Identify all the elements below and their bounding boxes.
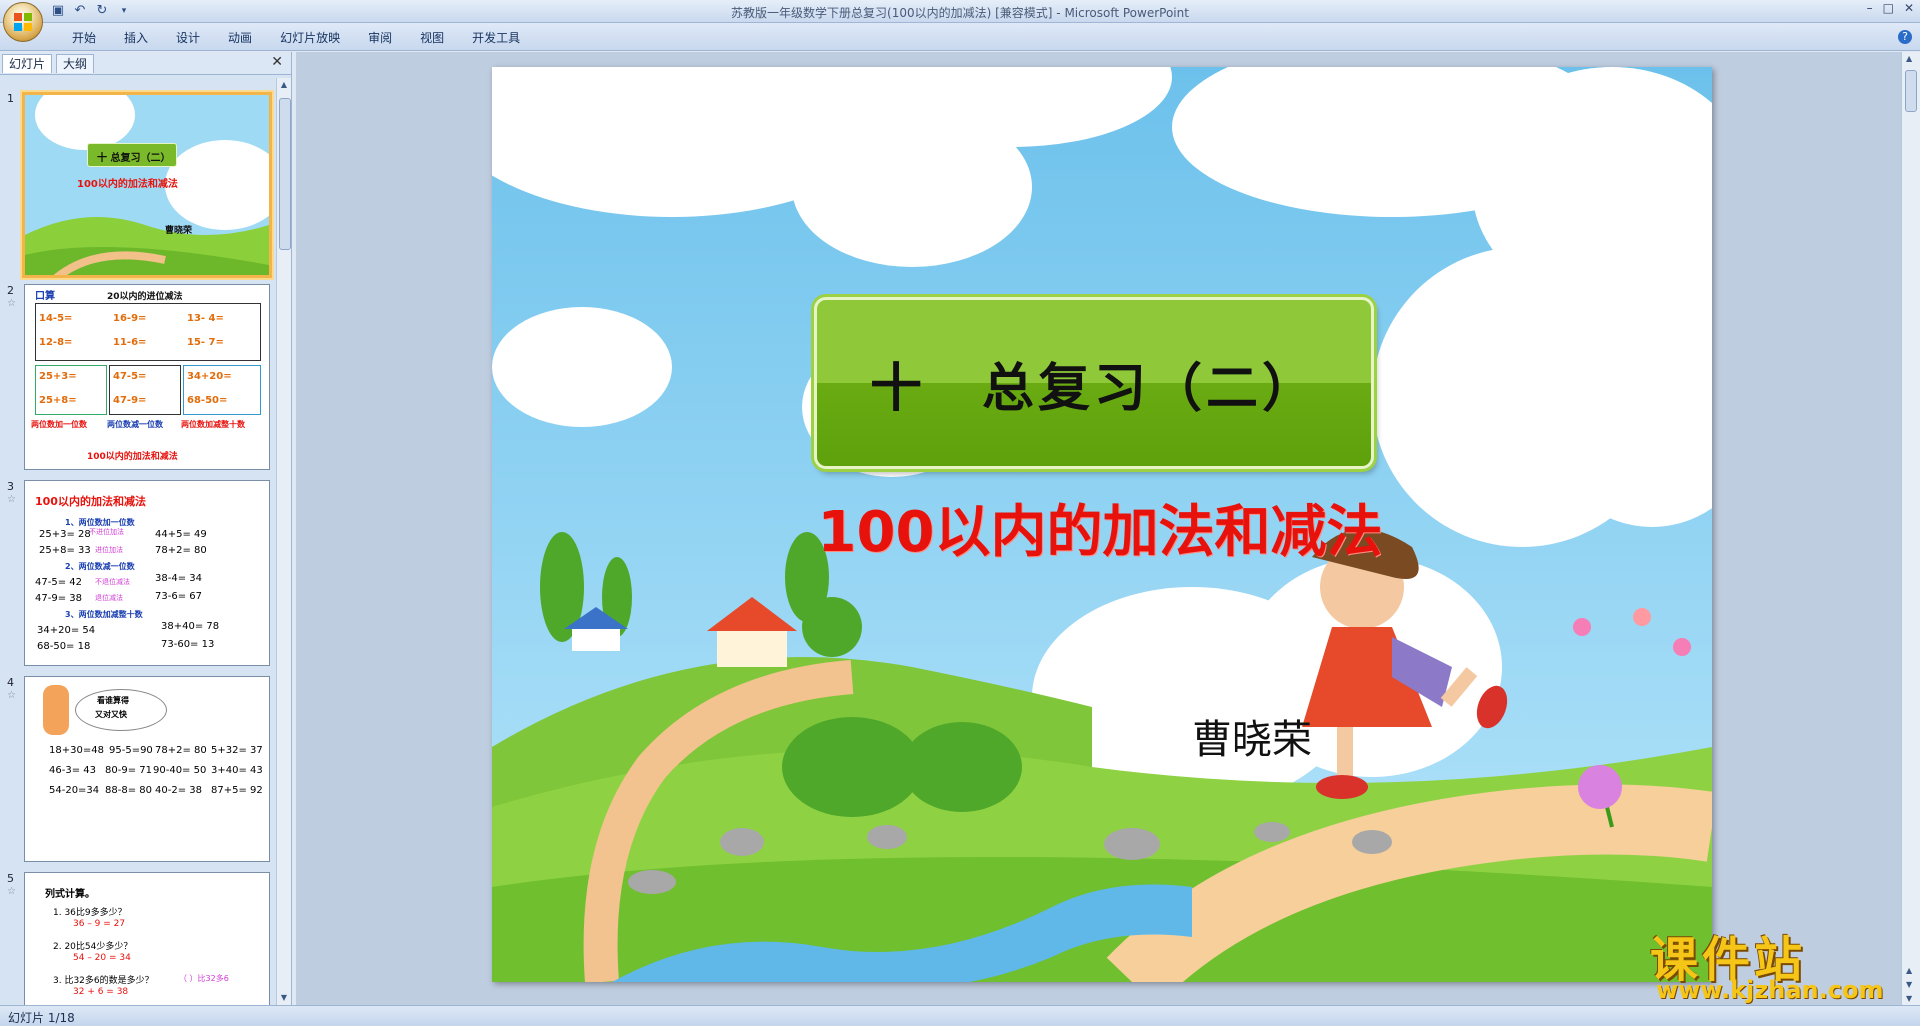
- scroll-down-icon[interactable]: ▼: [279, 993, 289, 1003]
- window-controls: – □ ✕: [1867, 1, 1914, 15]
- maximize-button[interactable]: □: [1883, 1, 1894, 15]
- slide-counter: 幻灯片 1/18: [8, 1011, 75, 1025]
- tab-developer[interactable]: 开发工具: [458, 29, 534, 46]
- tab-design[interactable]: 设计: [162, 29, 214, 46]
- slides-panel: 幻灯片 大纲 ✕ 1 十 总复习（二） 100以内的加法和减法 曹晓荣 2 ☆ …: [0, 52, 292, 1005]
- office-button[interactable]: [3, 2, 43, 42]
- animation-star-icon: ☆: [7, 690, 16, 701]
- panel-scrollbar[interactable]: ▲ ▼: [276, 78, 291, 1005]
- scroll-thumb[interactable]: [279, 98, 291, 250]
- thumb-subtitle: 100以内的加法和减法: [77, 179, 178, 190]
- slide-subtitle[interactable]: 100以内的加法和减法: [780, 487, 1420, 568]
- slide-number: 1: [7, 92, 14, 105]
- ribbon: 开始 插入 设计 动画 幻灯片放映 审阅 视图 开发工具 ?: [0, 23, 1920, 51]
- tab-slides[interactable]: 幻灯片: [2, 54, 53, 73]
- status-bar: 幻灯片 1/18: [0, 1005, 1920, 1026]
- thumb-author: 曹晓荣: [165, 226, 193, 236]
- slide-thumbnail-3[interactable]: 100以内的加法和减法 1、两位数加一位数 25+3= 28 不进位加法 44+…: [24, 480, 270, 666]
- character-illustration: [43, 685, 69, 735]
- animation-star-icon: ☆: [7, 494, 16, 505]
- slide-number: 3: [7, 480, 14, 493]
- animation-star-icon: ☆: [7, 298, 16, 309]
- slide-title: 十 总复习（二）: [869, 357, 1318, 419]
- window-title: 苏教版一年级数学下册总复习(100以内的加减法) [兼容模式] - Micros…: [731, 6, 1189, 20]
- slide-thumbnail-5[interactable]: 列式计算。 1. 36比9多多少？ 36 – 9 = 27 2. 20比54少多…: [24, 872, 270, 1005]
- tab-view[interactable]: 视图: [406, 29, 458, 46]
- watermark-url: www.kjzhan.com: [1656, 976, 1884, 1004]
- scroll-thumb[interactable]: [1905, 70, 1917, 112]
- tab-slideshow[interactable]: 幻灯片放映: [266, 29, 354, 46]
- scroll-up-icon[interactable]: ▲: [1906, 54, 1912, 63]
- slide-thumbnail-2[interactable]: 口算 20以内的进位减法 14-5= 16-9= 13- 4= 12-8= 11…: [24, 284, 270, 470]
- thumb-heading: 口算: [35, 291, 55, 302]
- thumb-subheading: 20以内的进位减法: [107, 292, 183, 302]
- main-slide[interactable]: 十 总复习（二） 100以内的加法和减法 曹晓荣: [492, 67, 1712, 982]
- kjzhan-watermark: 课件站 www.kjzhan.com: [1650, 920, 1900, 1004]
- scroll-down-icon[interactable]: ▼: [1906, 994, 1912, 1003]
- help-icon[interactable]: ?: [1898, 30, 1912, 44]
- tab-animations[interactable]: 动画: [214, 29, 266, 46]
- thumbnail-list: 1 十 总复习（二） 100以内的加法和减法 曹晓荣 2 ☆ 口算 20以内的进…: [0, 78, 274, 1005]
- slide-thumbnail-1[interactable]: 十 总复习（二） 100以内的加法和减法 曹晓荣: [22, 92, 272, 278]
- panel-tabs: 幻灯片 大纲 ✕: [0, 52, 291, 75]
- slide-author[interactable]: 曹晓荣: [1192, 707, 1312, 765]
- slide-number: 4: [7, 676, 14, 689]
- slide-title-box[interactable]: 十 总复习（二）: [814, 297, 1374, 469]
- slide-number: 5: [7, 872, 14, 885]
- next-slide-icon[interactable]: ▼: [1906, 980, 1912, 989]
- title-bar: ▣ ↶ ↻ ▾ 苏教版一年级数学下册总复习(100以内的加减法) [兼容模式] …: [0, 0, 1920, 23]
- office-logo-icon: [14, 13, 32, 31]
- prev-slide-icon[interactable]: ▲: [1906, 966, 1912, 975]
- scroll-up-icon[interactable]: ▲: [279, 80, 289, 90]
- tab-insert[interactable]: 插入: [110, 29, 162, 46]
- thumb-title: 十 总复习（二）: [97, 153, 171, 164]
- animation-star-icon: ☆: [7, 886, 16, 897]
- slide-thumbnail-4[interactable]: 看谁算得 又对又快 18+30=48 95-5=90 78+2= 80 5+32…: [24, 676, 270, 862]
- workspace-scrollbar[interactable]: ▲ ▲ ▼ ▼: [1901, 52, 1920, 1005]
- tab-home[interactable]: 开始: [58, 29, 110, 46]
- slide-number: 2: [7, 284, 14, 297]
- minimize-button[interactable]: –: [1867, 1, 1873, 15]
- tab-outline[interactable]: 大纲: [56, 54, 95, 73]
- close-button[interactable]: ✕: [1904, 1, 1914, 15]
- close-panel-icon[interactable]: ✕: [271, 54, 283, 70]
- tab-review[interactable]: 审阅: [354, 29, 406, 46]
